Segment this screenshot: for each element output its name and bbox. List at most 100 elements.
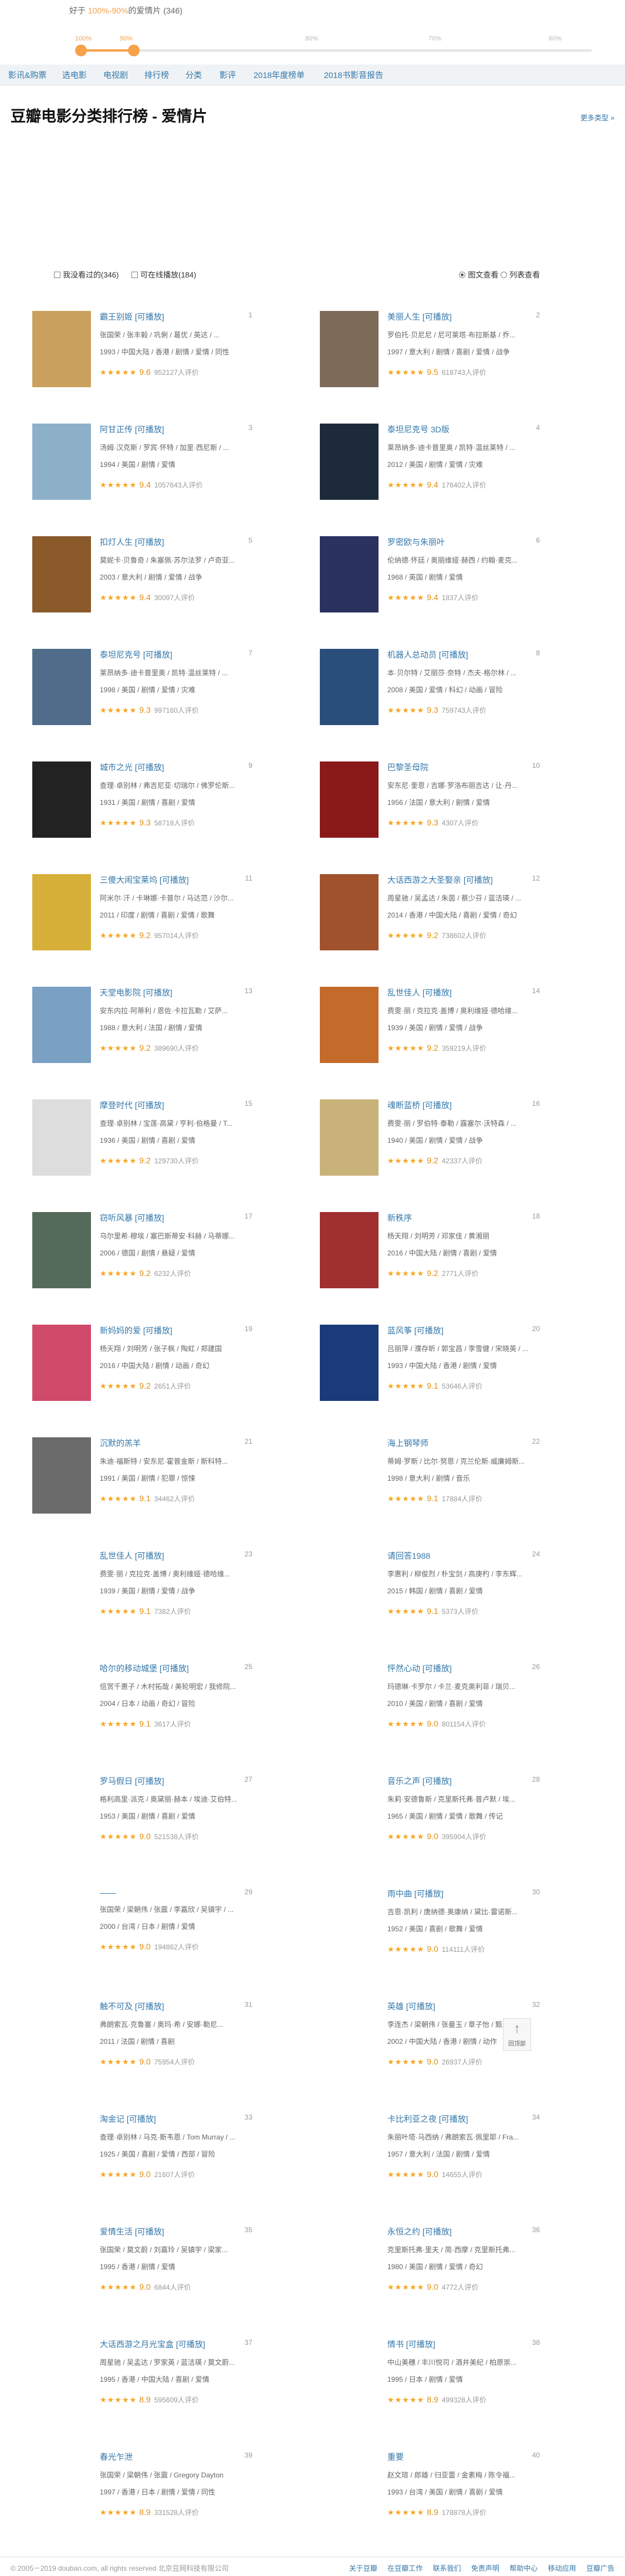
movie-title[interactable]: 大话西游之大圣娶亲 [387,875,461,885]
movie-item[interactable]: 卡比利亚之夜 [可播放] 34 朱丽叶塔·马西纳 / 弗朗索瓦·佩里耶 / Fra.… [320,2113,540,2213]
playable-tag[interactable]: 3D版 [431,425,450,434]
radio-icon[interactable] [459,272,466,278]
slider-knob-start[interactable] [75,45,87,56]
checkbox-icon[interactable] [131,272,138,278]
movie-poster[interactable] [320,1663,379,1739]
movie-item[interactable]: 摩登时代 [可播放] 15 查理·卓别林 / 宝莲·高黛 / 亨利·伯格曼 / T.… [32,1099,252,1199]
movie-item[interactable]: 魂断蓝桥 [可播放] 16 费雯·丽 / 罗伯特·泰勒 / 露塞尔·沃特森 / ..… [320,1099,540,1199]
movie-item[interactable]: 乱世佳人 [可播放] 14 费雯·丽 / 克拉克·盖博 / 奥利维娅·德哈维... 1… [320,987,540,1086]
movie-title[interactable]: 魂断蓝桥 [387,1101,420,1110]
playable-tag[interactable]: [可播放] [135,537,164,547]
movie-title[interactable]: 天堂电影院 [100,988,141,997]
movie-poster[interactable] [320,2338,379,2415]
nav-explore[interactable]: 选电影 [62,65,87,86]
movie-title[interactable]: 音乐之声 [387,1776,420,1786]
movie-title[interactable]: 泰坦尼克号 [100,650,141,659]
playable-tag[interactable]: [可播放] [423,988,452,997]
movie-item[interactable]: 情书 [可播放] 38 中山美穗 / 丰川悦司 / 酒井美纪 / 柏原崇... 199… [320,2338,540,2438]
movie-title[interactable]: 怦然心动 [387,1664,420,1673]
playable-tag[interactable]: [可播放] [406,2002,435,2011]
movie-title[interactable]: 窃听风暴 [100,1213,133,1223]
movie-item[interactable]: 泰坦尼克号 3D版 4 莱昂纳多·迪卡普里奥 / 凯特·温丝莱特 / ... 2012… [320,424,540,523]
playable-tag[interactable]: [可播放] [464,875,493,885]
movie-title[interactable]: 机器人总动员 [387,650,437,659]
movie-title[interactable]: 大话西游之月光宝盒 [100,2340,174,2349]
movie-poster[interactable] [320,311,379,387]
movie-item[interactable]: 机器人总动员 [可播放] 8 本·贝尔特 / 艾丽莎·奈特 / 杰夫·格尔林 / .… [320,649,540,749]
movie-title[interactable]: 新秩序 [387,1213,412,1223]
nav-tv[interactable]: 电视剧 [103,65,128,86]
movie-title[interactable]: 城市之光 [100,763,133,772]
movie-title[interactable]: 罗马假日 [100,1776,133,1786]
rating-slider[interactable] [75,45,592,56]
movie-item[interactable]: 罗密欧与朱丽叶 6 伦纳德·怀廷 / 奥丽维娅·赫西 / 约翰·麦克... 1968… [320,536,540,636]
movie-poster[interactable] [32,2451,91,2527]
footer-link[interactable]: 联系我们 [433,2564,461,2572]
movie-poster[interactable] [320,1212,379,1288]
movie-poster[interactable] [32,2338,91,2415]
playable-tag[interactable]: [可播放] [127,2114,156,2124]
movie-title[interactable]: —— [100,1888,116,1897]
movie-item[interactable]: 重要 40 赵文瑄 / 郎雄 / 归亚蕾 / 金素梅 / 陈令福... 1993 /… [320,2451,540,2551]
movie-item[interactable]: 爱情生活 [可播放] 35 张国荣 / 莫文蔚 / 刘嘉玲 / 吴镇宇 / 梁家..… [32,2226,252,2325]
movie-item[interactable]: 沉默的羔羊 21 朱迪·福斯特 / 安东尼·霍普金斯 / 斯科特... 1991 /… [32,1437,252,1537]
movie-poster[interactable] [32,424,91,500]
playable-tag[interactable]: [可播放] [423,1776,452,1786]
movie-title[interactable]: 新妈妈的爱 [100,1326,141,1335]
movie-item[interactable]: 新妈妈的爱 [可播放] 19 杨天翔 / 刘明芳 / 张子枫 / 陶虹 / 郑建国 2… [32,1325,252,1424]
movie-item[interactable]: 雨中曲 [可播放] 30 吉恩·凯利 / 唐纳德·奥康纳 / 黛比·雷诺斯... 19… [320,1888,540,1988]
nav-annual[interactable]: 2018年度榜单 [254,65,305,86]
movie-title[interactable]: 巴黎圣母院 [387,763,428,772]
movie-item[interactable]: 阿甘正传 [可播放] 3 汤姆·汉克斯 / 罗宾·怀特 / 加里·西尼斯 / ...… [32,424,252,523]
movie-title[interactable]: 阿甘正传 [100,425,133,434]
movie-item[interactable]: 美丽人生 [可播放] 2 罗伯托·贝尼尼 / 尼可莱塔·布拉斯基 / 乔... 199… [320,311,540,411]
movie-poster[interactable] [320,424,379,500]
movie-title[interactable]: 春光乍泄 [100,2452,133,2462]
playable-tag[interactable]: [可播放] [135,312,164,321]
footer-link[interactable]: 豆瓣广告 [586,2564,614,2572]
movie-poster[interactable] [320,649,379,725]
footer-link[interactable]: 移动应用 [548,2564,576,2572]
playable-tag[interactable]: [可播放] [176,2340,205,2349]
movie-poster[interactable] [32,1325,91,1401]
movie-poster[interactable] [320,1437,379,1514]
movie-item[interactable]: 罗马假日 [可播放] 27 格利高里·派克 / 奥黛丽·赫本 / 埃迪·艾伯特...… [32,1775,252,1875]
playable-tag[interactable]: [可播放] [423,2227,452,2236]
filter-playable[interactable]: 可在线播放(184) [131,270,196,279]
movie-item[interactable]: 新秩序 18 杨天翔 / 刘明芳 / 邓家佳 / 黄湘丽 2016 / 中国大陆 /… [320,1212,540,1312]
playable-tag[interactable]: [可播放] [143,650,173,659]
movie-item[interactable]: 霸王别姬 [可播放] 1 张国荣 / 张丰毅 / 巩俐 / 葛优 / 英达 / ..… [32,311,252,411]
movie-poster[interactable] [32,1437,91,1514]
movie-item[interactable]: 窃听风暴 [可播放] 17 乌尔里希·穆埃 / 塞巴斯蒂安·科赫 / 马蒂娜... 2… [32,1212,252,1312]
movie-poster[interactable] [32,1888,91,1964]
movie-poster[interactable] [32,1212,91,1288]
movie-title[interactable]: 乱世佳人 [387,988,420,997]
movie-item[interactable]: 哈尔的移动城堡 [可播放] 25 倍赏千惠子 / 木村拓哉 / 美轮明宏 / 我修院… [32,1663,252,1762]
movie-item[interactable]: 海上钢琴师 22 蒂姆·罗斯 / 比尔·努恩 / 克兰伦斯·威廉姆斯... 1998… [320,1437,540,1537]
footer-link[interactable]: 关于豆瓣 [349,2564,377,2572]
view-grid[interactable]: 图文查看 [459,270,498,279]
movie-poster[interactable] [32,1775,91,1851]
movie-item[interactable]: 天堂电影院 [可播放] 13 安东内拉·阿蒂利 / 恩佐·卡拉瓦勒 / 艾萨... 1… [32,987,252,1086]
movie-item[interactable]: 乱世佳人 [可播放] 23 费雯·丽 / 克拉克·盖博 / 奥利维娅·德哈维... 1… [32,1550,252,1650]
movie-title[interactable]: 美丽人生 [387,312,420,321]
nav-tickets[interactable]: 影讯&购票 [8,65,46,86]
movie-poster[interactable] [320,761,379,838]
movie-poster[interactable] [320,1099,379,1176]
movie-poster[interactable] [32,2226,91,2302]
movie-poster[interactable] [320,2226,379,2302]
playable-tag[interactable]: [可播放] [160,1664,189,1673]
movie-item[interactable]: 泰坦尼克号 [可播放] 7 莱昂纳多·迪卡普里奥 / 凯特·温丝莱特 / ... 19… [32,649,252,749]
nav-review[interactable]: 影评 [219,65,236,86]
slider-knob-end[interactable] [128,45,140,56]
nav-chart[interactable]: 排行榜 [144,65,169,86]
movie-title[interactable]: 摩登时代 [100,1101,133,1110]
movie-item[interactable]: 城市之光 [可播放] 9 查理·卓别林 / 弗吉尼亚·切瑞尔 / 佛罗伦斯... 19… [32,761,252,861]
playable-tag[interactable]: [可播放] [135,763,164,772]
playable-tag[interactable]: [可播放] [135,1213,164,1223]
movie-title[interactable]: 哈尔的移动城堡 [100,1664,157,1673]
movie-poster[interactable] [320,1888,379,1964]
playable-tag[interactable]: [可播放] [135,1776,164,1786]
movie-poster[interactable] [32,536,91,612]
back-to-top-button[interactable]: ↑ 回顶部 [503,2018,531,2051]
